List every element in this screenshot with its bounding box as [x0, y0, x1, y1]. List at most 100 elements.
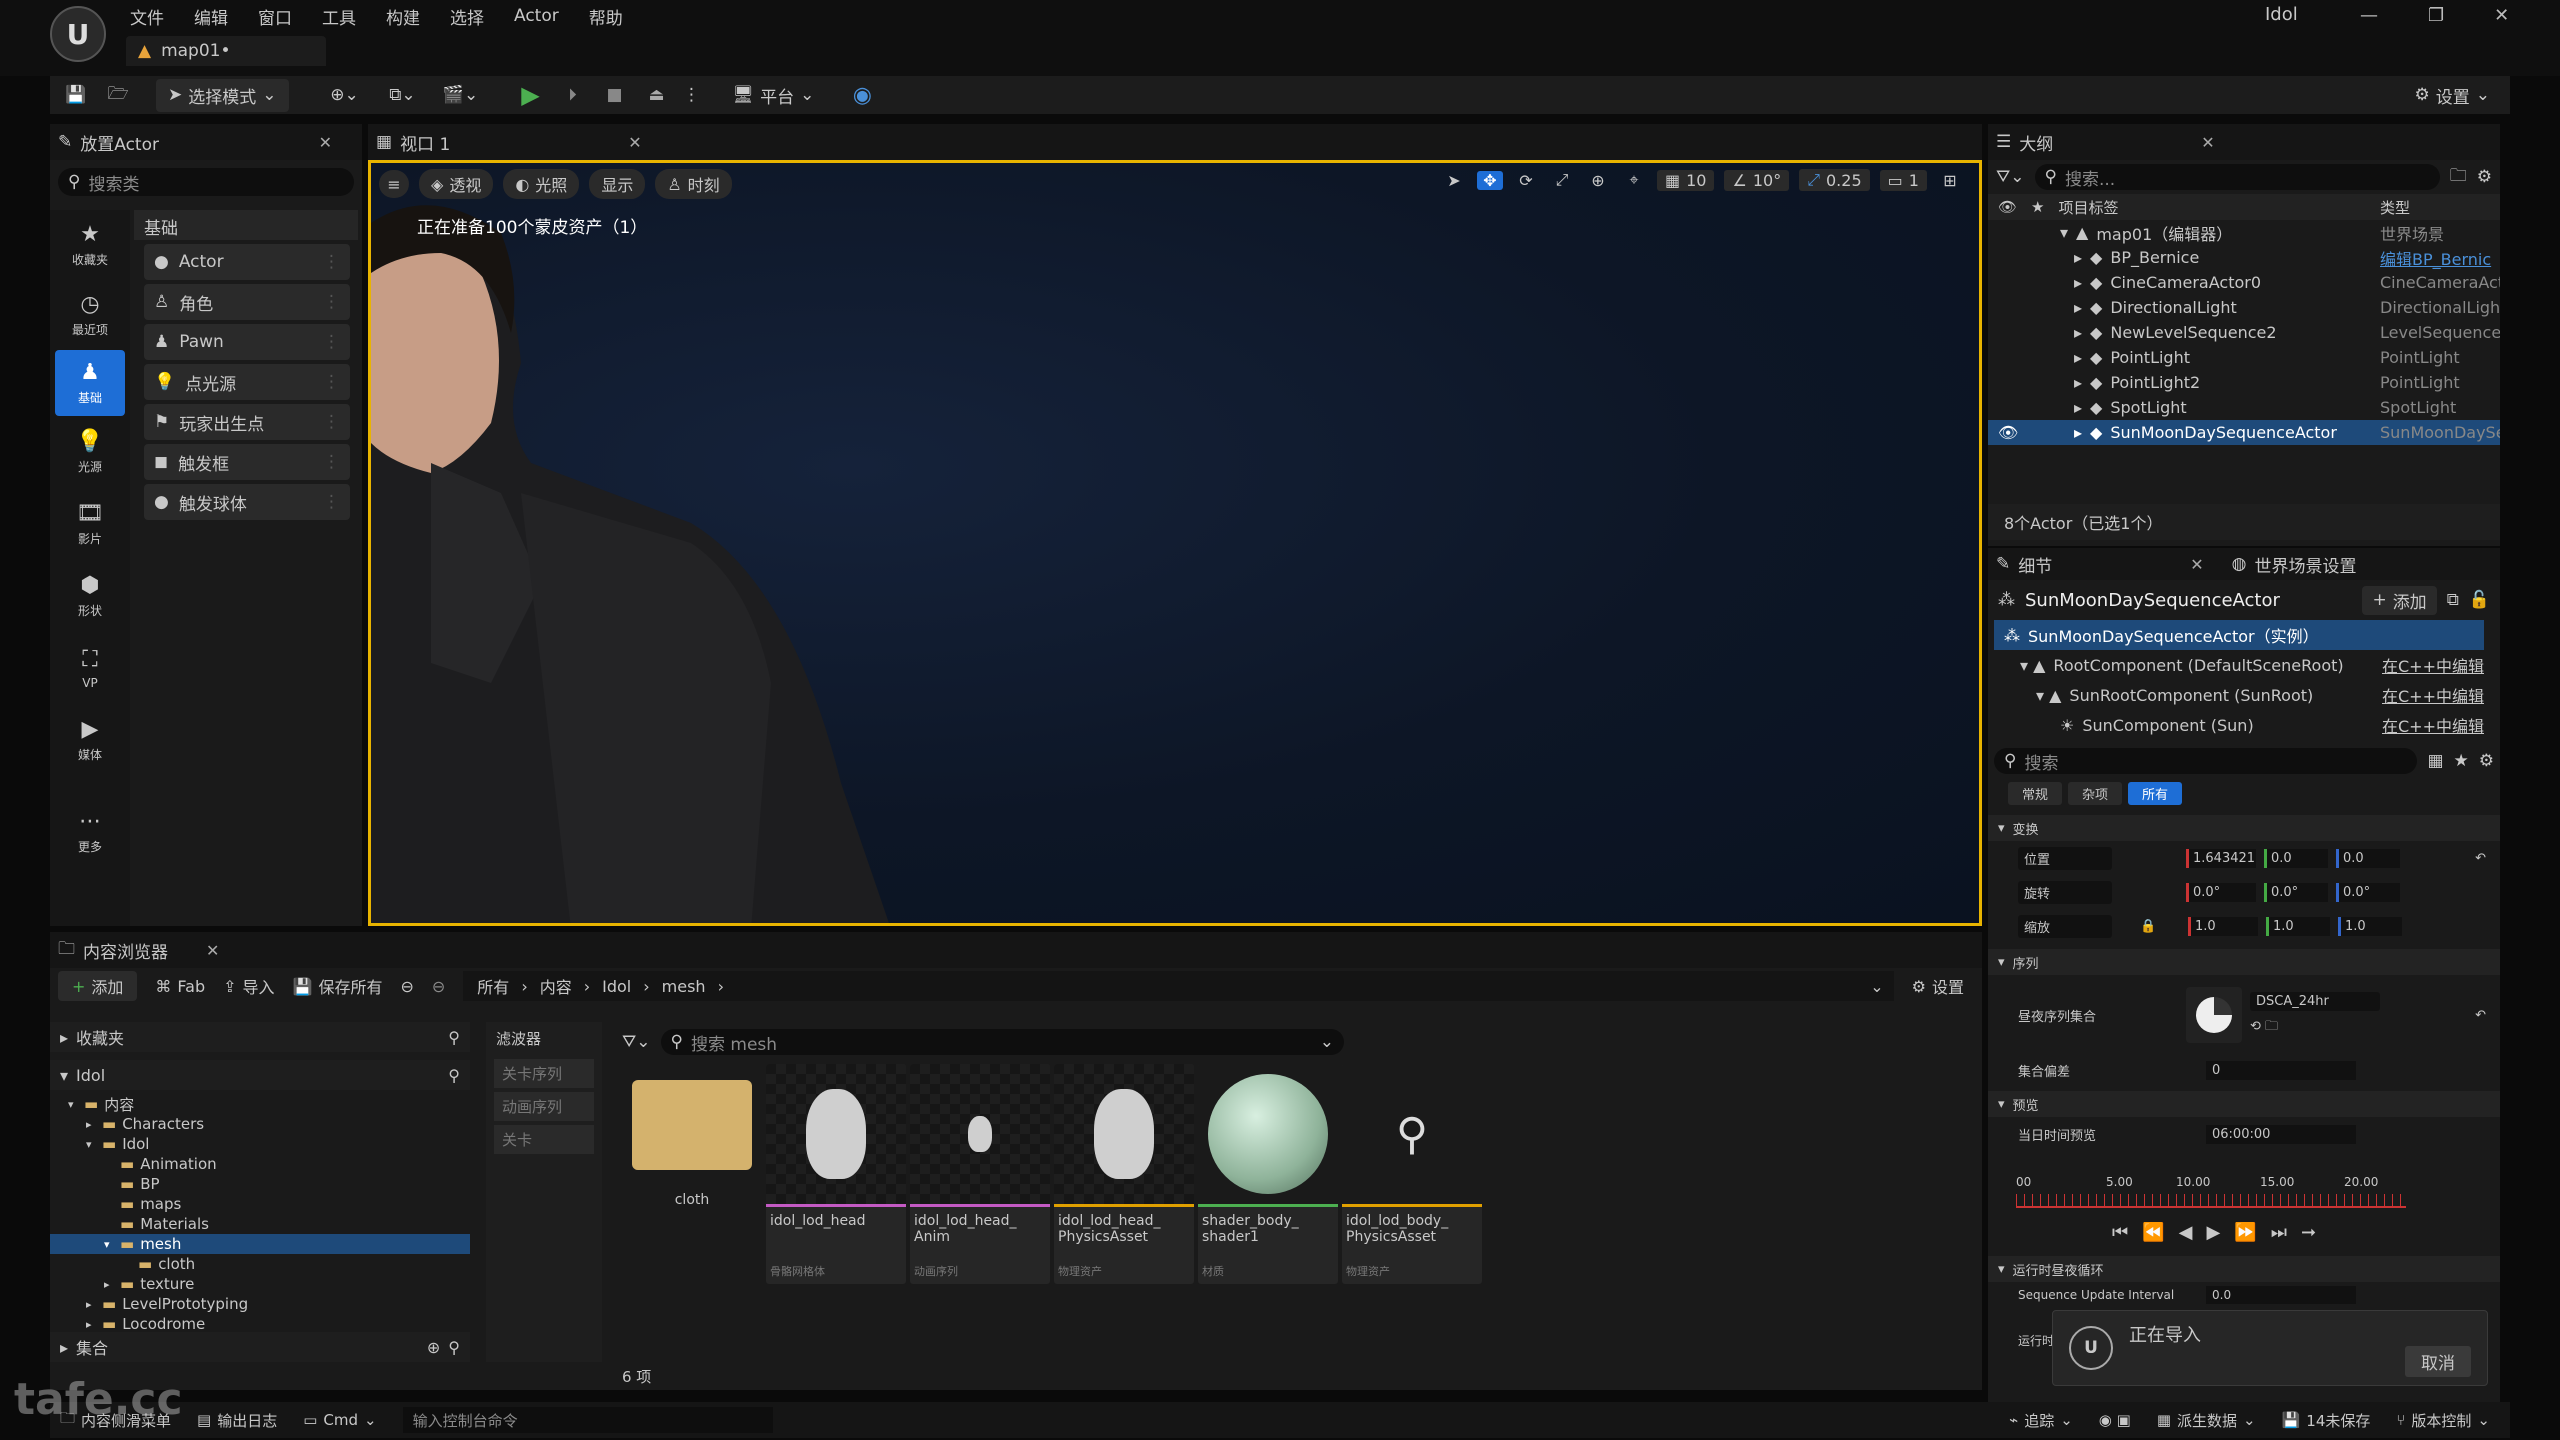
collections-header[interactable]: ▸ 集合 ⊕ ⚲: [50, 1332, 470, 1362]
drag-handle-icon[interactable]: ⋮: [323, 292, 340, 312]
camera-speed[interactable]: ▭ 1: [1879, 169, 1927, 191]
outliner-search[interactable]: ⚲ 搜索...: [2034, 164, 2440, 190]
folder-tree-item[interactable]: ▾ ▬ Idol: [50, 1134, 470, 1154]
component-row[interactable]: ▾ ▲ SunRootComponent (SunRoot) 在C++中编辑: [1994, 680, 2484, 710]
folder-tree-item[interactable]: ▾ ▬ 内容: [50, 1094, 470, 1114]
menu-file[interactable]: 文件: [130, 4, 164, 29]
drag-handle-icon[interactable]: ⋮: [323, 332, 340, 352]
angle-snap[interactable]: ∠ 10°: [1724, 169, 1790, 191]
loop-icon[interactable]: ➞: [2301, 1222, 2316, 1243]
col-type[interactable]: 类型: [2380, 197, 2500, 218]
filter-anim-sequence[interactable]: 动画序列: [494, 1092, 594, 1121]
eject-icon[interactable]: ⏏: [643, 85, 671, 105]
source-control-button[interactable]: ⑂ 版本控制 ⌄: [2396, 1410, 2490, 1431]
place-item[interactable]: ● Actor ⋮: [144, 244, 350, 280]
outliner-root[interactable]: ▾ ▲ map01（编辑器） 世界场景: [1988, 220, 2500, 245]
cat-more[interactable]: ⋯ 更多: [50, 796, 130, 868]
select-icon[interactable]: ➤: [1441, 171, 1467, 190]
platform-dropdown[interactable]: 🖥 平台 ⌄: [733, 83, 815, 108]
output-log-button[interactable]: ▤ 输出日志: [197, 1410, 277, 1431]
scale-x[interactable]: 1.0: [2188, 916, 2258, 936]
filter-level[interactable]: 关卡: [494, 1125, 594, 1154]
play-icon[interactable]: ▶: [2206, 1222, 2220, 1243]
record-icon[interactable]: ◉ ▣: [2099, 1411, 2131, 1429]
crumb-all[interactable]: 所有: [477, 974, 509, 998]
details-tab[interactable]: 细节: [2018, 552, 2052, 577]
section-runtime[interactable]: ▾ 运行时昼夜循环: [1988, 1256, 2500, 1282]
add-component-button[interactable]: + 添加: [2362, 585, 2437, 615]
menu-select[interactable]: 选择: [450, 4, 484, 29]
crumb-content[interactable]: 内容: [540, 974, 572, 998]
scale-icon[interactable]: ⤢: [1549, 170, 1575, 190]
close-tab-icon[interactable]: ✕: [319, 133, 332, 152]
folder-tree-item[interactable]: ▬ Materials: [50, 1214, 470, 1234]
step-back-icon[interactable]: ⏪: [2142, 1222, 2164, 1243]
play-icon[interactable]: ▶: [517, 81, 545, 109]
drag-handle-icon[interactable]: ⋮: [323, 412, 340, 432]
save-icon[interactable]: 💾: [62, 85, 90, 105]
drag-handle-icon[interactable]: ⋮: [323, 492, 340, 512]
step-forward-icon[interactable]: ⏩: [2234, 1222, 2256, 1243]
asset-tile[interactable]: idol_lod_head_ Anim 动画序列: [910, 1064, 1050, 1284]
lit-button[interactable]: ◐ 光照: [503, 169, 580, 199]
drag-handle-icon[interactable]: ⋮: [323, 372, 340, 392]
drag-handle-icon[interactable]: ⋮: [323, 252, 340, 272]
lock-icon[interactable]: 🔓: [2469, 590, 2490, 610]
folder-tree-item[interactable]: ▬ BP: [50, 1174, 470, 1194]
menu-actor[interactable]: Actor: [514, 6, 559, 26]
perspective-button[interactable]: ◈ 透视: [419, 169, 494, 199]
outliner-row[interactable]: ▸ ◆ PointLight PointLight: [1988, 345, 2500, 370]
loc-y[interactable]: 0.0: [2264, 848, 2328, 868]
edit-in-cpp-link[interactable]: 在C++中编辑: [2382, 683, 2484, 707]
outliner-row[interactable]: ▸ ◆ PointLight2 PointLight: [1988, 370, 2500, 395]
offset-input[interactable]: 0: [2206, 1060, 2356, 1080]
timeline-ruler[interactable]: 00 5.00 10.00 15.00 20.00: [2016, 1174, 2406, 1214]
asset-tile[interactable]: ⚲ idol_lod_body_ PhysicsAsset 物理资产: [1342, 1064, 1482, 1284]
unsaved-button[interactable]: 💾 14未保存: [2282, 1410, 2371, 1431]
outliner-row[interactable]: 👁 ▸ ◆ SunMoonDaySequenceActor SunMoonDaySe: [1988, 420, 2500, 445]
reset-icon[interactable]: ↶: [2475, 1008, 2486, 1023]
filter-level-sequence[interactable]: 关卡序列: [494, 1059, 594, 1088]
layout-icon[interactable]: ⊞: [1937, 171, 1963, 190]
edit-in-cpp-link[interactable]: 在C++中编辑: [2382, 713, 2484, 737]
derived-data-button[interactable]: ▦ 派生数据 ⌄: [2157, 1410, 2256, 1431]
close-icon[interactable]: ✕: [2494, 5, 2509, 26]
browse-icon[interactable]: 🗁: [104, 81, 132, 110]
folder-tree-item[interactable]: ▬ Animation: [50, 1154, 470, 1174]
search-icon[interactable]: ⚲: [448, 1028, 460, 1047]
place-item[interactable]: ⚑ 玩家出生点 ⋮: [144, 404, 350, 440]
add-content-icon[interactable]: ⊕⌄: [323, 85, 367, 105]
settings-dropdown[interactable]: ⚙ 设置 ⌄: [2415, 83, 2491, 108]
menu-build[interactable]: 构建: [386, 4, 420, 29]
back-icon[interactable]: ⊖: [400, 977, 413, 996]
close-tab-icon[interactable]: ✕: [2201, 133, 2214, 152]
folder-tree-item[interactable]: ▬ maps: [50, 1194, 470, 1214]
folder-tree-item[interactable]: ▸ ▬ Characters: [50, 1114, 470, 1134]
filter-icon[interactable]: ⛛⌄: [622, 1032, 651, 1052]
minimize-icon[interactable]: —: [2360, 5, 2378, 26]
show-button[interactable]: 显示: [589, 169, 646, 199]
forward-icon[interactable]: ⊖: [432, 977, 445, 996]
hamburger-icon[interactable]: ≡: [379, 170, 409, 198]
folder-tree-item[interactable]: ▾ ▬ mesh: [50, 1234, 470, 1254]
cat-shapes[interactable]: ⬢ 形状: [50, 560, 130, 632]
drag-handle-icon[interactable]: ⋮: [323, 452, 340, 472]
component-row[interactable]: ⁂ SunMoonDaySequenceActor（实例）: [1994, 620, 2484, 650]
component-row[interactable]: ▾ ▲ RootComponent (DefaultSceneRoot) 在C++中…: [1994, 650, 2484, 680]
scale-dropdown[interactable]: 缩放: [2018, 914, 2112, 938]
unreal-logo-icon[interactable]: U: [50, 6, 106, 62]
cinematics-icon[interactable]: 🎬⌄: [439, 85, 483, 105]
cat-cinematic[interactable]: 🎞 影片: [50, 488, 130, 560]
cat-media[interactable]: ▶ 媒体: [50, 704, 130, 776]
location-dropdown[interactable]: 位置: [2018, 846, 2112, 870]
reset-icon[interactable]: ↶: [2475, 851, 2486, 866]
time-button[interactable]: ♙ 时刻: [655, 169, 732, 199]
filter-all[interactable]: 所有: [2128, 782, 2183, 805]
skip-start-icon[interactable]: ⏮: [2112, 1222, 2128, 1243]
filter-icon[interactable]: ⛛⌄: [1996, 167, 2025, 187]
section-preview[interactable]: ▾ 预览: [1988, 1091, 2500, 1117]
cat-favorites[interactable]: ★ 收藏夹: [50, 210, 130, 280]
cancel-import-button[interactable]: 取消: [2405, 1346, 2471, 1377]
tod-input[interactable]: 06:00:00: [2206, 1124, 2356, 1144]
more-play-options-icon[interactable]: ⋮: [683, 85, 700, 105]
